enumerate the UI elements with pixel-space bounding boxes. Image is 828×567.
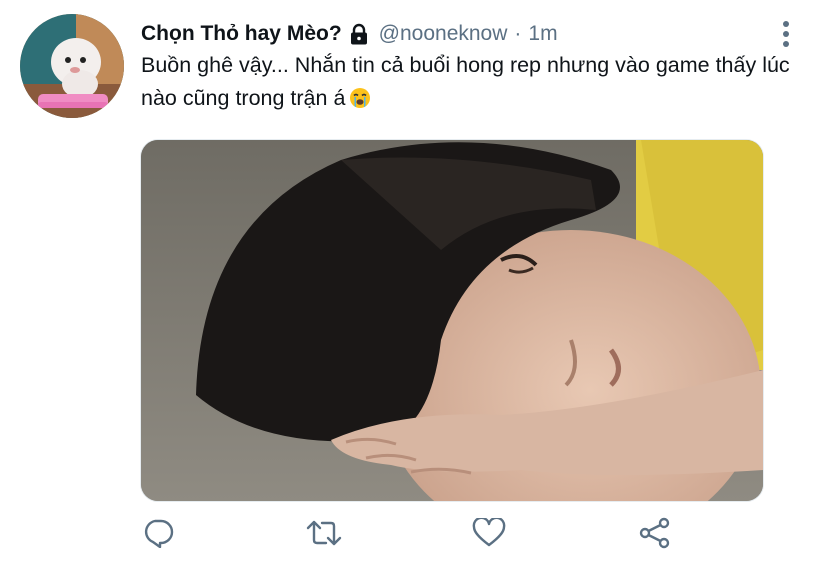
crying-face-emoji <box>349 86 371 108</box>
timestamp[interactable]: 1m <box>528 22 557 46</box>
tweet-header: Chọn Thỏ hay Mèo? @nooneknow · 1m <box>141 17 558 51</box>
reply-button[interactable] <box>133 508 183 558</box>
share-icon <box>639 517 670 549</box>
avatar-image <box>20 14 124 118</box>
retweet-icon <box>306 520 342 546</box>
handle[interactable]: @nooneknow <box>379 22 508 46</box>
tweet-text-content: Buồn ghê vậy... Nhắn tin cả buổi hong re… <box>141 53 790 110</box>
like-button[interactable] <box>464 508 514 558</box>
display-name[interactable]: Chọn Thỏ hay Mèo? <box>141 22 342 46</box>
tweet: Chọn Thỏ hay Mèo? @nooneknow · 1m Buồn g… <box>0 0 828 567</box>
heart-icon <box>472 518 506 547</box>
tweet-photo[interactable] <box>140 139 764 502</box>
lock-icon <box>349 23 369 45</box>
separator-dot: · <box>514 22 522 45</box>
reply-icon <box>144 519 174 548</box>
more-vertical-icon <box>783 21 789 47</box>
photo-image <box>141 140 763 501</box>
tweet-actions <box>0 508 828 558</box>
retweet-button[interactable] <box>299 508 349 558</box>
tweet-text: Buồn ghê vậy... Nhắn tin cả buổi hong re… <box>141 49 801 115</box>
avatar[interactable] <box>20 14 124 118</box>
share-button[interactable] <box>630 508 680 558</box>
more-options-button[interactable] <box>770 18 802 50</box>
